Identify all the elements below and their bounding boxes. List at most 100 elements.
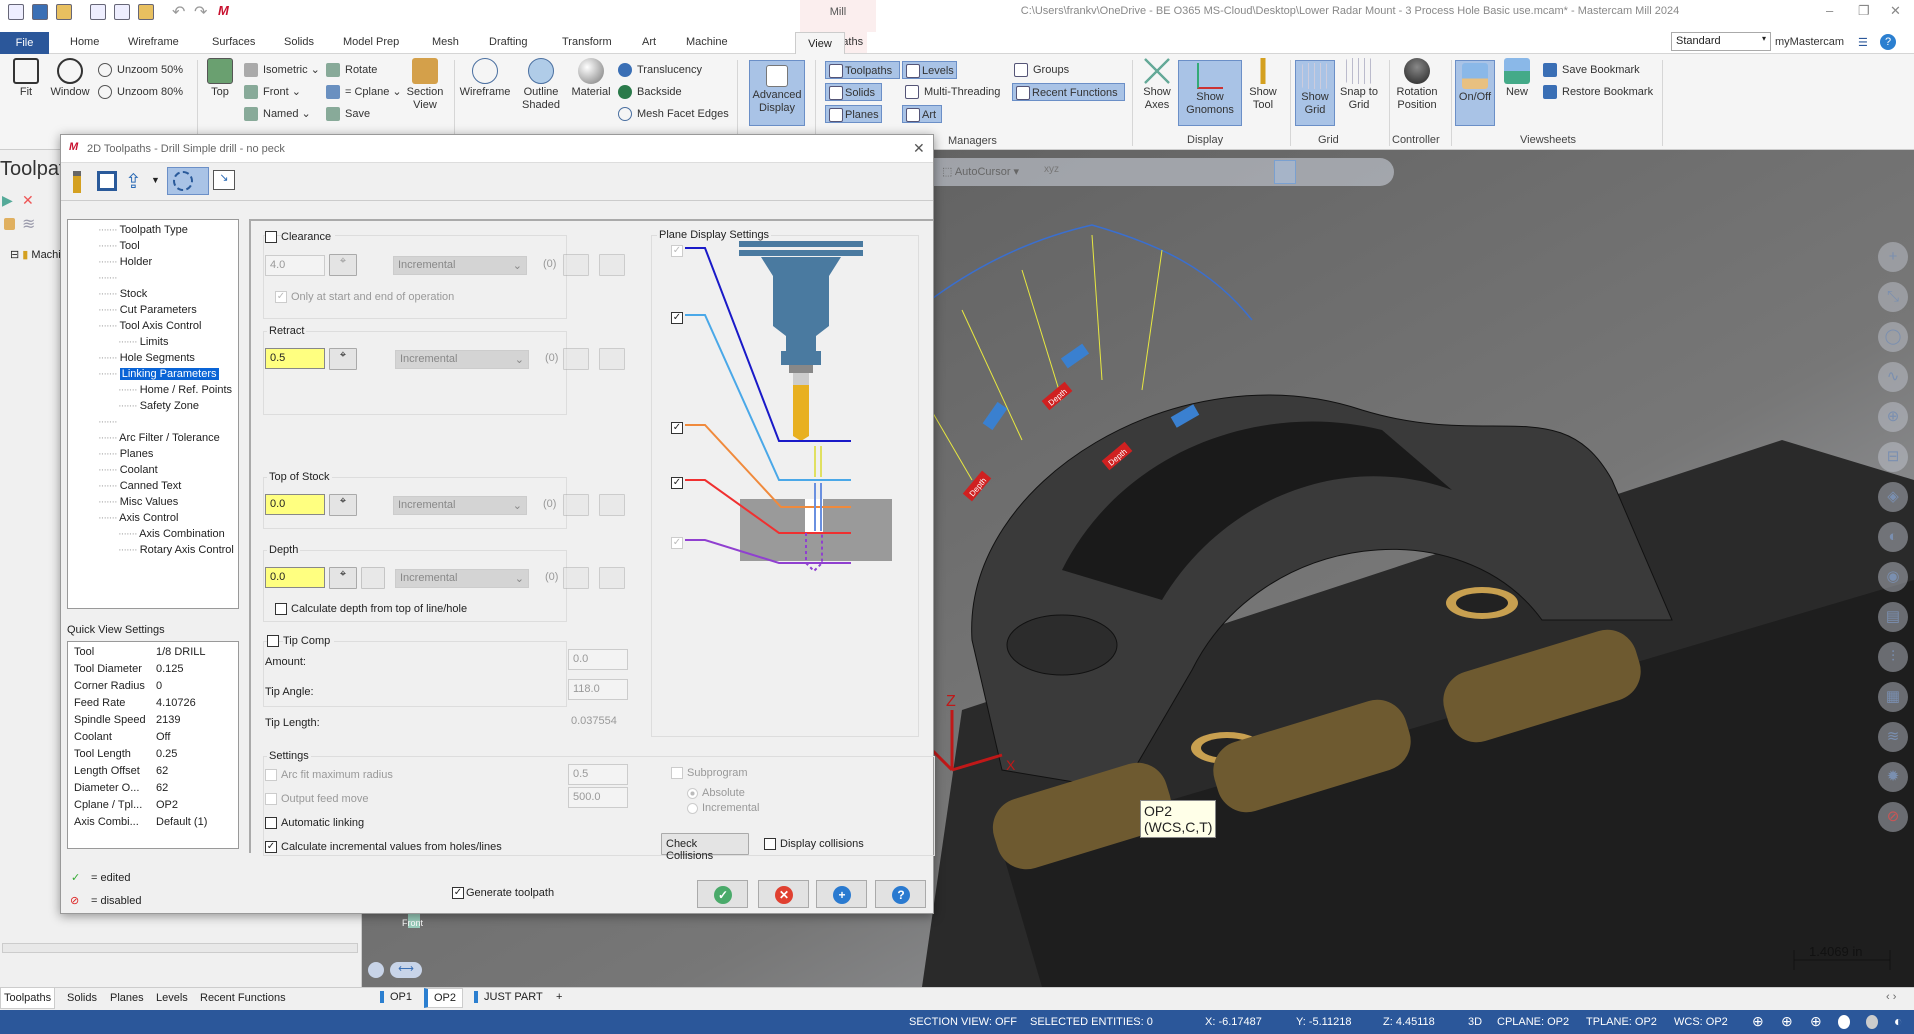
minimize-dialog-icon[interactable]: ↘ [213, 170, 235, 190]
pan-icon[interactable]: ∿ [1878, 362, 1908, 392]
depth-pick-button[interactable] [563, 567, 589, 589]
dialog-close-icon[interactable]: ✕ [913, 140, 925, 157]
tip-plane-checkbox[interactable]: ✓ [671, 537, 683, 549]
bottom-tab-toolpaths[interactable]: Toolpaths [0, 988, 56, 1009]
show-grid-button[interactable]: Show Grid [1295, 60, 1335, 126]
levels-manager-button[interactable]: Levels [902, 61, 957, 79]
horizontal-scrollbar[interactable] [2, 943, 358, 953]
mastercam-logo-icon[interactable]: M [218, 3, 229, 18]
cancel-button[interactable]: ✕ [758, 880, 809, 908]
tree-item[interactable]: ······· Safety Zone [118, 398, 199, 414]
tree-item[interactable]: ······· Misc Values [98, 494, 178, 510]
tree-item[interactable]: ······· Holder [98, 254, 152, 270]
bottom-tab-planes[interactable]: Planes [110, 992, 144, 1004]
save-icon[interactable] [32, 4, 48, 20]
top-of-stock-pick-button[interactable] [563, 494, 589, 516]
new-file-icon[interactable] [8, 4, 24, 20]
ok-button[interactable]: ✓ [697, 880, 748, 908]
tree-item[interactable]: ······· Hole Segments [98, 350, 195, 366]
tree-item[interactable]: ······· Linking Parameters [98, 366, 219, 382]
minimize-icon[interactable]: – [1826, 3, 1833, 18]
mesh-facet-edges-button[interactable]: Mesh Facet Edges [618, 105, 729, 123]
tree-item[interactable]: ······· Planes [98, 446, 153, 462]
tree-item[interactable]: ······· Stock [98, 286, 147, 302]
tab-model-prep[interactable]: Model Prep [343, 36, 399, 48]
select-all-icon[interactable]: ▶ [2, 192, 13, 209]
bottom-tab-solids[interactable]: Solids [67, 992, 97, 1004]
new-viewsheet-button[interactable]: New [1500, 58, 1534, 99]
retract-plane-checkbox[interactable]: ✓ [671, 312, 683, 324]
material-icon[interactable] [1866, 1015, 1878, 1029]
tree-item[interactable]: ······· Axis Combination [118, 526, 225, 542]
check-collisions-button[interactable]: Check Collisions [661, 833, 749, 862]
viewsheet-tab-just-part[interactable]: JUST PART [474, 991, 543, 1003]
depth-input[interactable]: 0.0 [265, 567, 325, 588]
tree-item[interactable]: ······· Tool [98, 238, 140, 254]
translucency-icon[interactable]: ◐ [1894, 1013, 1902, 1029]
export-icon[interactable]: ⇪ [125, 169, 142, 194]
wcs-status[interactable]: WCS: OP2 [1674, 1016, 1728, 1028]
xyz-entry-icon[interactable]: xyz [1044, 164, 1059, 175]
unzoom-50-button[interactable]: Unzoom 50% [98, 61, 183, 79]
my-mastercam-link[interactable]: myMastercam [1775, 36, 1844, 48]
save-as-icon[interactable] [114, 4, 130, 20]
section-view-status[interactable]: SECTION VIEW: OFF [909, 1016, 1017, 1028]
tab-view[interactable]: View [795, 32, 845, 55]
help-icon[interactable]: ? [1880, 34, 1896, 50]
tip-angle-input[interactable]: 118.0 [568, 679, 628, 700]
depth-plane-checkbox[interactable]: ✓ [671, 477, 683, 489]
rotate-button[interactable]: Rotate [326, 61, 377, 79]
window-zoom-button[interactable]: Window [47, 58, 93, 99]
bottom-tab-recent-functions[interactable]: Recent Functions [200, 992, 286, 1004]
open-icon[interactable] [56, 4, 72, 20]
automatic-linking-checkbox[interactable] [265, 817, 277, 829]
tree-item[interactable]: ······· Tool Axis Control [98, 318, 201, 334]
tool-icon[interactable] [73, 171, 81, 193]
tree-item[interactable]: ······· Cut Parameters [98, 302, 197, 318]
tree-item[interactable]: ······· Axis Control [98, 510, 178, 526]
show-tool-button[interactable]: Show Tool [1244, 58, 1282, 112]
snap-to-grid-button[interactable]: Snap to Grid [1338, 58, 1380, 112]
output-feed-checkbox[interactable] [265, 793, 277, 805]
redo-icon[interactable]: ↷ [194, 2, 207, 22]
groups-manager-button[interactable]: Groups [1014, 61, 1069, 79]
print-icon[interactable] [90, 4, 106, 20]
toolpath-display-icon[interactable]: ▤ [1878, 602, 1908, 632]
material-button[interactable]: Material [567, 58, 615, 99]
clearance-mode-select[interactable]: Incremental ⌄ [393, 256, 527, 275]
tplane-status[interactable]: TPLANE: OP2 [1586, 1016, 1657, 1028]
retract-mode-select[interactable]: Incremental ⌄ [395, 350, 529, 369]
top-view-button[interactable]: Top [202, 58, 238, 99]
calc-incremental-checkbox[interactable]: ✓ [265, 841, 277, 853]
output-feed-input[interactable]: 500.0 [568, 787, 628, 808]
undo-icon[interactable]: ↶ [172, 2, 185, 22]
tree-item[interactable]: ······· Rotary Axis Control [118, 542, 234, 558]
tab-transform[interactable]: Transform [562, 36, 612, 48]
subprogram-checkbox[interactable] [671, 767, 683, 779]
cplane-status[interactable]: CPLANE: OP2 [1497, 1016, 1569, 1028]
levels-icon[interactable]: ≋ [1878, 722, 1908, 752]
multi-threading-button[interactable]: Multi-Threading [905, 83, 1000, 101]
absolute-radio[interactable] [687, 788, 698, 799]
backside-button[interactable]: Backside [618, 83, 682, 101]
viewsheet-tab-op2[interactable]: OP2 [424, 988, 464, 1008]
incremental-radio[interactable] [687, 803, 698, 814]
clear-icon[interactable]: ⊘ [1878, 802, 1908, 832]
outline-shaded-button[interactable]: Outline Shaded [516, 58, 566, 112]
grid-view-icon[interactable]: ▦ [1878, 682, 1908, 712]
close-icon[interactable]: ✕ [1890, 3, 1901, 19]
fit-view-icon[interactable]: ⤡ [1878, 282, 1908, 312]
solids-manager-button[interactable]: Solids [825, 83, 882, 101]
workspace-select[interactable]: Standard ▾ [1671, 32, 1771, 51]
advanced-display-button[interactable]: Advanced Display [749, 60, 805, 126]
named-views-button[interactable]: Named ⌄ [244, 105, 311, 123]
clearance-clear-button[interactable] [599, 254, 625, 276]
depth-clear-button[interactable] [599, 567, 625, 589]
show-gnomons-button[interactable]: Show Gnomons [1178, 60, 1242, 126]
viewsheet-tab-op1[interactable]: OP1 [380, 991, 412, 1003]
pan-mode-icon[interactable]: ⟷ [390, 962, 422, 978]
selection-mode-icon[interactable] [1274, 160, 1296, 184]
arc-fit-checkbox[interactable] [265, 769, 277, 781]
calc-depth-checkbox[interactable] [275, 603, 287, 615]
clearance-pick-button[interactable] [563, 254, 589, 276]
